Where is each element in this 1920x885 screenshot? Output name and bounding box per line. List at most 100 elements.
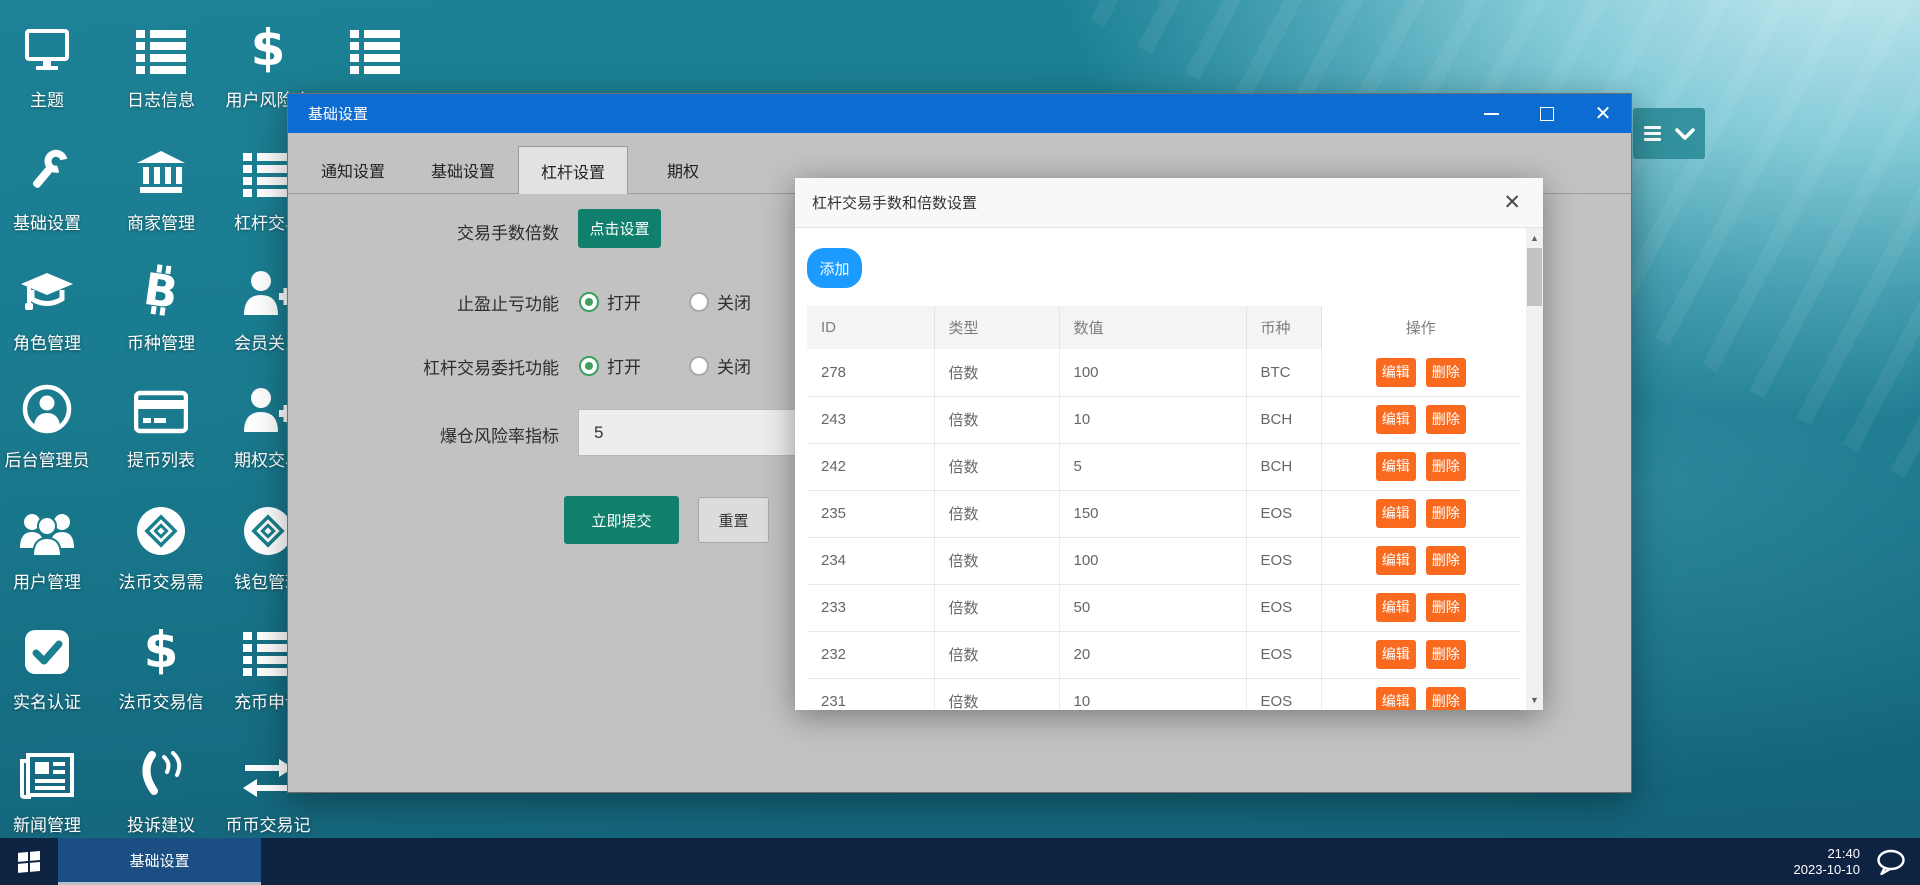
submit-button[interactable]: 立即提交 <box>564 496 679 544</box>
delete-button[interactable]: 删除 <box>1426 358 1466 387</box>
desktop-shortcut[interactable]: B币种管理 <box>103 265 219 354</box>
leverage-table: ID 类型 数值 币种 操作 278倍数100BTC编辑删除243倍数10BCH… <box>807 306 1521 710</box>
col-header-actions: 操作 <box>1321 306 1521 349</box>
taskbar-clock[interactable]: 21:40 2023-10-10 <box>1794 846 1861 878</box>
edit-button[interactable]: 编辑 <box>1376 593 1416 622</box>
label-leverage-entrust: 杠杆交易委托功能 <box>289 354 559 379</box>
col-header-coin: 币种 <box>1246 306 1321 349</box>
list-icon <box>103 22 219 74</box>
edit-button[interactable]: 编辑 <box>1376 640 1416 669</box>
graduation-cap-icon <box>0 265 105 317</box>
credit-card-icon <box>103 382 219 434</box>
desktop-shortcut[interactable]: 基础设置 <box>0 145 105 234</box>
scroll-up-icon[interactable]: ▲ <box>1526 230 1543 246</box>
leverage-settings-modal: 杠杆交易手数和倍数设置 ✕ 添加 ID 类型 数值 币种 操作 278倍数100… <box>795 178 1543 710</box>
desktop-shortcut[interactable]: 主题 <box>0 22 105 111</box>
taskbar-item-basic-settings[interactable]: 基础设置 <box>58 838 261 885</box>
modal-scrollbar[interactable]: ▲ ▼ <box>1526 228 1543 710</box>
cell-value: 50 <box>1059 584 1246 631</box>
cell-coin: EOS <box>1246 537 1321 584</box>
radio-stop-profit-off[interactable]: 关闭 <box>689 289 751 314</box>
edit-button[interactable]: 编辑 <box>1376 358 1416 387</box>
edit-button[interactable]: 编辑 <box>1376 405 1416 434</box>
cell-actions: 编辑删除 <box>1321 678 1521 710</box>
scrollbar-thumb[interactable] <box>1527 248 1542 306</box>
cell-type: 倍数 <box>934 537 1059 584</box>
modal-close-icon[interactable]: ✕ <box>1503 192 1521 213</box>
tab-basic-settings[interactable]: 基础设置 <box>408 146 518 194</box>
reset-button[interactable]: 重置 <box>698 497 769 543</box>
desktop-shortcut[interactable]: 用户管理 <box>0 504 105 593</box>
desktop-shortcut[interactable]: 法币交易需 <box>103 504 219 593</box>
scroll-down-icon[interactable]: ▼ <box>1526 692 1543 708</box>
desktop-shortcut[interactable]: 后台管理员 <box>0 382 105 471</box>
cell-actions: 编辑删除 <box>1321 396 1521 443</box>
table-row: 242倍数5BCH编辑删除 <box>807 443 1521 490</box>
cell-actions: 编辑删除 <box>1321 490 1521 537</box>
cell-id: 235 <box>807 490 934 537</box>
delete-button[interactable]: 删除 <box>1426 546 1466 575</box>
window-titlebar[interactable]: 基础设置 ✕ <box>288 94 1631 133</box>
desktop-shortcut-label: 日志信息 <box>103 86 219 111</box>
cell-value: 20 <box>1059 631 1246 678</box>
users-icon <box>0 504 105 556</box>
table-header-row: ID 类型 数值 币种 操作 <box>807 306 1521 349</box>
edit-button[interactable]: 编辑 <box>1376 452 1416 481</box>
desktop-shortcut[interactable]: 角色管理 <box>0 265 105 354</box>
edit-button[interactable]: 编辑 <box>1376 546 1416 575</box>
desktop-shortcut-label: 用户管理 <box>0 568 105 593</box>
delete-button[interactable]: 删除 <box>1426 593 1466 622</box>
desktop-shortcut-label: 投诉建议 <box>103 811 219 836</box>
chevron-down-icon[interactable] <box>1675 127 1695 141</box>
delete-button[interactable]: 删除 <box>1426 499 1466 528</box>
start-button[interactable] <box>0 838 58 885</box>
delete-button[interactable]: 删除 <box>1426 687 1466 710</box>
close-button[interactable]: ✕ <box>1575 94 1631 133</box>
side-widget[interactable] <box>1633 108 1705 159</box>
radio-entrust-off[interactable]: 关闭 <box>689 353 751 378</box>
radio-entrust-on[interactable]: 打开 <box>579 353 641 378</box>
desktop-shortcut[interactable]: 日志信息 <box>103 22 219 111</box>
cell-type: 倍数 <box>934 490 1059 537</box>
desktop-shortcut[interactable]: 实名认证 <box>0 624 105 713</box>
wrench-icon <box>0 145 105 197</box>
tab-notify-settings[interactable]: 通知设置 <box>298 146 408 194</box>
desktop-shortcut[interactable]: 商家管理 <box>103 145 219 234</box>
delete-button[interactable]: 删除 <box>1426 452 1466 481</box>
edit-button[interactable]: 编辑 <box>1376 687 1416 710</box>
maximize-button[interactable] <box>1519 94 1575 133</box>
desktop-shortcut-label: 商家管理 <box>103 209 219 234</box>
clock-date: 2023-10-10 <box>1794 862 1861 878</box>
add-button[interactable]: 添加 <box>807 248 862 288</box>
desktop-shortcut-label: 币币交易记 <box>210 811 326 836</box>
edit-button[interactable]: 编辑 <box>1376 499 1416 528</box>
cell-type: 倍数 <box>934 349 1059 396</box>
cell-type: 倍数 <box>934 584 1059 631</box>
bitcoin-icon: B <box>103 265 219 317</box>
cell-id: 243 <box>807 396 934 443</box>
desktop-shortcut-label: 基础设置 <box>0 209 105 234</box>
click-to-set-button[interactable]: 点击设置 <box>578 209 661 248</box>
notification-bubble-icon[interactable] <box>1876 849 1906 875</box>
svg-text:$: $ <box>251 22 285 74</box>
desktop-shortcut[interactable]: $法币交易信 <box>103 624 219 713</box>
minimize-button[interactable] <box>1463 94 1519 133</box>
table-row: 235倍数150EOS编辑删除 <box>807 490 1521 537</box>
cell-coin: BTC <box>1246 349 1321 396</box>
desktop-shortcut-label: 角色管理 <box>0 329 105 354</box>
windows-logo-icon <box>17 850 41 874</box>
delete-button[interactable]: 删除 <box>1426 640 1466 669</box>
desktop-shortcut-label: 新闻管理 <box>0 811 105 836</box>
menu-icon[interactable] <box>1644 126 1661 141</box>
desktop-shortcut[interactable] <box>317 22 433 74</box>
desktop-shortcut[interactable]: 新闻管理 <box>0 747 105 836</box>
radio-stop-profit-on[interactable]: 打开 <box>579 289 641 314</box>
desktop-shortcut[interactable]: 投诉建议 <box>103 747 219 836</box>
monitor-icon <box>0 22 105 74</box>
desktop-shortcut[interactable]: 提币列表 <box>103 382 219 471</box>
tab-options[interactable]: 期权 <box>628 146 738 194</box>
desktop-shortcut-label: 法币交易信 <box>103 688 219 713</box>
delete-button[interactable]: 删除 <box>1426 405 1466 434</box>
table-row: 243倍数10BCH编辑删除 <box>807 396 1521 443</box>
tab-leverage-settings[interactable]: 杠杆设置 <box>518 146 628 194</box>
